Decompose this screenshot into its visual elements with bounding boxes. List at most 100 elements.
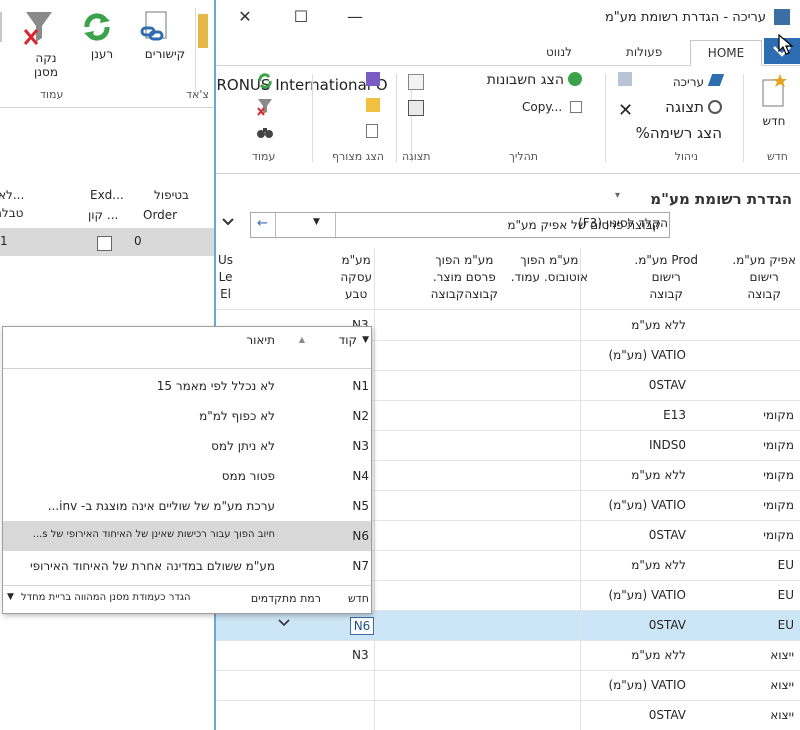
chevron-down-icon[interactable] bbox=[278, 619, 290, 627]
bg-row-order: 0 bbox=[134, 234, 142, 248]
clear-filter-icon[interactable] bbox=[256, 98, 274, 116]
dropdown-item[interactable]: N3 לא ניתן למס bbox=[3, 431, 371, 461]
cell-prod-posting-group[interactable]: INDS0 bbox=[649, 438, 686, 452]
cell-prod-posting-group[interactable]: VATIO (מע"מ) bbox=[608, 678, 686, 692]
refresh-button[interactable]: רענן bbox=[80, 10, 124, 61]
dropdown-item-desc: לא נכלל לפי מאמר 15 bbox=[156, 379, 275, 393]
minimize-button[interactable]: — bbox=[340, 6, 370, 28]
dd-default-filter-hint[interactable]: הגדר כעמודת מסנן המהווה בריית מחדל bbox=[21, 592, 191, 603]
view-button[interactable]: תצוגה bbox=[665, 98, 722, 116]
cell-bus-posting-group[interactable]: ייצוא bbox=[770, 648, 794, 662]
view-list-button[interactable]: %הצג רשימה bbox=[636, 124, 722, 142]
grid-divider bbox=[580, 248, 581, 730]
dd-new-link[interactable]: חדש bbox=[348, 592, 369, 605]
col-vat-nature[interactable]: מע"מ עסקה טבע bbox=[340, 252, 372, 303]
cell-bus-posting-group[interactable]: מקומי bbox=[763, 498, 794, 512]
cell-bus-posting-group[interactable]: מקומי bbox=[763, 408, 794, 422]
cell-bus-posting-group[interactable]: EU bbox=[778, 588, 794, 602]
cell-prod-posting-group[interactable]: 0STAV bbox=[649, 618, 686, 632]
dropdown-item[interactable]: N2 לא כפוף למ"מ bbox=[3, 401, 371, 431]
table-row[interactable]: EU 0STAV bbox=[216, 611, 800, 641]
filter-icon: ▼ bbox=[7, 592, 14, 602]
partial-ribbon-button[interactable] bbox=[0, 12, 8, 42]
cell-bus-posting-group[interactable]: מקומי bbox=[763, 438, 794, 452]
dropdown-item[interactable]: N4 פטור ממס bbox=[3, 461, 371, 491]
note-icon[interactable] bbox=[366, 98, 380, 112]
table-row[interactable]: ייצוא VATIO (מע"מ) bbox=[216, 671, 800, 701]
bg-row-checkbox[interactable] bbox=[97, 236, 112, 251]
app-icon bbox=[774, 9, 790, 25]
vat-nature-dropdown: קוד ▼ תיאור ▲ N1 לא נכלל לפי מאמר 15 N2 לא … bbox=[2, 326, 372, 614]
cell-bus-posting-group[interactable]: ייצוא bbox=[770, 708, 794, 722]
chart-icon[interactable] bbox=[408, 100, 424, 116]
cell-bus-posting-group[interactable]: מקומי bbox=[763, 528, 794, 542]
tab-home[interactable]: HOME bbox=[690, 40, 762, 66]
arrow-left-icon[interactable]: ← bbox=[257, 216, 268, 231]
ribbon-separator bbox=[396, 74, 397, 162]
find-binoculars-icon[interactable] bbox=[256, 124, 274, 140]
cell-vat-nature[interactable]: N3 bbox=[352, 648, 369, 662]
col-reverse-prod[interactable]: מע"מ הפוך פרסם מוצר. קבוצהקבוצה bbox=[431, 252, 498, 303]
cell-prod-posting-group[interactable]: VATIO (מע"מ) bbox=[608, 498, 686, 512]
chevron-down-icon[interactable] bbox=[222, 218, 234, 226]
dd-advanced-link[interactable]: רמת מתקדמים bbox=[251, 592, 321, 605]
cell-prod-posting-group[interactable]: VATIO (מע"מ) bbox=[608, 588, 686, 602]
cell-prod-posting-group[interactable]: 0STAV bbox=[649, 528, 686, 542]
post-button[interactable]: הצג חשבונות bbox=[487, 72, 582, 88]
cell-prod-posting-group[interactable]: ללא מע"מ bbox=[631, 468, 686, 482]
close-button[interactable]: ✕ bbox=[230, 6, 260, 28]
new-icon bbox=[760, 74, 788, 108]
bg-row-partial: 1 bbox=[0, 234, 8, 248]
dropdown-item[interactable]: N7 מע"מ ששולם במדינה אחרת של האיחוד האירו… bbox=[3, 551, 371, 581]
table-row[interactable]: ייצוא 0STAV bbox=[216, 701, 800, 730]
col-bus-posting-group[interactable]: אפיק מע"מ. רישום קבוצה bbox=[732, 252, 796, 303]
bg-col-order: Order bbox=[143, 208, 178, 222]
title-caret-icon[interactable]: ▾ bbox=[615, 190, 620, 201]
ribbon-separator bbox=[605, 74, 606, 162]
cell-bus-posting-group[interactable]: ייצוא bbox=[770, 678, 794, 692]
cell-prod-posting-group[interactable]: 0STAV bbox=[649, 708, 686, 722]
cell-prod-posting-group[interactable]: E13 bbox=[663, 408, 686, 422]
col-partial[interactable]: Us Le El bbox=[218, 252, 233, 303]
copy-button[interactable]: Copy... bbox=[522, 100, 582, 114]
dropdown-item[interactable]: N5 ערכת מע"מ של שוליים אינה מוצגת ב- inv.… bbox=[3, 491, 371, 521]
table-row[interactable]: ייצוא ללא מע"מ N3 bbox=[216, 641, 800, 671]
tab-actions[interactable]: פעולות bbox=[616, 40, 672, 66]
dropdown-item-code: N1 bbox=[352, 379, 369, 393]
col-prod-posting-group[interactable]: Prod מע"מ. רישום קבוצה bbox=[634, 252, 698, 303]
find-icon[interactable] bbox=[408, 74, 424, 90]
filter-field[interactable]: קבוצת פרסום של אפיק מע"מ ▼ ← bbox=[250, 212, 670, 238]
delete-icon[interactable]: ✕ bbox=[618, 100, 633, 121]
new-button[interactable]: חדש bbox=[754, 74, 794, 128]
dropdown-item[interactable]: N1 לא נכלל לפי מאמר 15 bbox=[3, 371, 371, 401]
tab-navigate[interactable]: לנווט bbox=[536, 40, 582, 66]
vat-nature-edit-field[interactable]: N6 bbox=[350, 617, 374, 635]
maximize-button[interactable]: ☐ bbox=[286, 6, 316, 28]
filter-icon[interactable]: ▼ bbox=[362, 335, 369, 345]
dropdown-item-desc: ערכת מע"מ של שוליים אינה מוצגת ב- inv... bbox=[47, 499, 275, 513]
links-button[interactable]: קישורים bbox=[138, 10, 192, 61]
dd-col-desc[interactable]: תיאור bbox=[246, 333, 275, 347]
dd-col-code[interactable]: קוד bbox=[339, 333, 357, 347]
cell-prod-posting-group[interactable]: ללא מע"מ bbox=[631, 648, 686, 662]
dropdown-item[interactable]: N6 חיוב הפוך עבור רכישות שאינן של האיחוד … bbox=[3, 521, 371, 551]
cell-bus-posting-group[interactable]: EU bbox=[778, 618, 794, 632]
refresh-icon[interactable] bbox=[256, 72, 274, 90]
attachment-icon[interactable] bbox=[366, 72, 380, 86]
clear-filter-button[interactable]: נקה מסנן bbox=[22, 10, 70, 79]
cell-bus-posting-group[interactable]: EU bbox=[778, 558, 794, 572]
cell-prod-posting-group[interactable]: 0STAV bbox=[649, 378, 686, 392]
filter-dropdown-icon[interactable]: ▼ bbox=[313, 217, 320, 227]
filter-separator bbox=[335, 213, 336, 237]
links-icon bbox=[138, 10, 192, 44]
link-doc-icon[interactable] bbox=[366, 124, 378, 138]
edit-button[interactable]: עריכה bbox=[673, 74, 725, 89]
cell-prod-posting-group[interactable]: VATIO (מע"מ) bbox=[608, 348, 686, 362]
cell-bus-posting-group[interactable]: מקומי bbox=[763, 468, 794, 482]
cell-prod-posting-group[interactable]: ללא מע"מ bbox=[631, 558, 686, 572]
grid-divider bbox=[374, 248, 375, 730]
edit-list-icon[interactable] bbox=[618, 72, 632, 86]
cell-prod-posting-group[interactable]: ללא מע"מ bbox=[631, 318, 686, 332]
col-reverse-bus[interactable]: מע"מ הפוך אוטובוס. עמוד. bbox=[511, 252, 588, 286]
group-show-attached: הצג מצורף bbox=[332, 150, 384, 163]
